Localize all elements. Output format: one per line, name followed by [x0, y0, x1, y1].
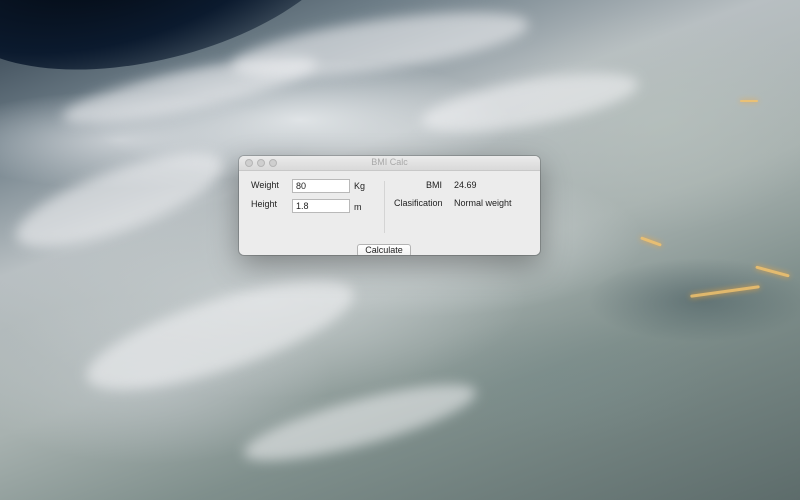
window-titlebar[interactable]: BMI Calc: [239, 156, 540, 171]
section-divider: [384, 181, 385, 233]
cloud-streak: [238, 369, 482, 476]
classification-label: Clasification: [394, 198, 443, 208]
bmi-label: BMI: [426, 180, 443, 190]
city-light: [690, 285, 760, 298]
bmi-calc-window: BMI Calc Weight 80 Kg Height 1.8 m BMI 2…: [239, 156, 540, 255]
bmi-value: 24.69: [454, 180, 477, 190]
height-field[interactable]: 1.8: [292, 199, 350, 213]
weight-unit: Kg: [354, 181, 366, 191]
window-title: BMI Calc: [371, 157, 408, 167]
cloud-streak: [76, 258, 364, 412]
city-light: [740, 100, 758, 102]
cloud-streak: [6, 134, 234, 266]
city-light: [640, 236, 662, 247]
cloud-streak: [417, 61, 643, 144]
calculate-button[interactable]: Calculate: [357, 244, 411, 255]
weight-label: Weight: [251, 180, 279, 190]
city-light: [755, 265, 790, 278]
height-unit: m: [354, 202, 362, 212]
height-label: Height: [251, 199, 278, 209]
weight-field[interactable]: 80: [292, 179, 350, 193]
window-content: Weight 80 Kg Height 1.8 m BMI 24.69 Clas…: [239, 171, 540, 255]
classification-value: Normal weight: [454, 198, 512, 208]
